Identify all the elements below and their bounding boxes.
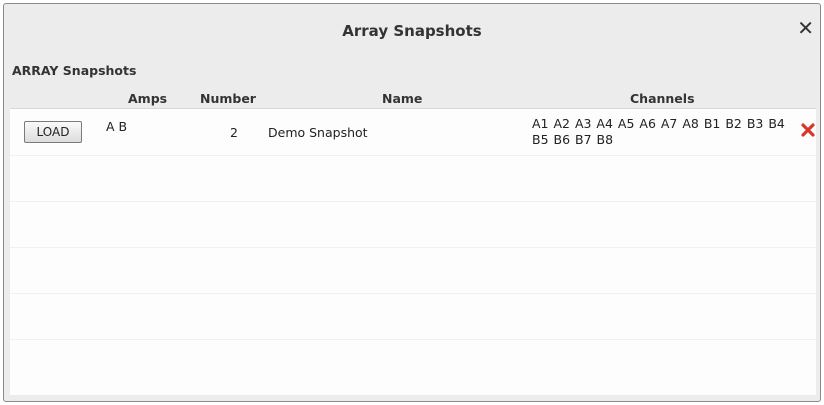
channels-cell: A1 A2 A3 A4 A5 A6 A7 A8 B1 B2 B3 B4 B5 B… (532, 116, 785, 147)
column-header-number[interactable]: Number (200, 91, 256, 106)
snapshots-table: Amps Number Name Channels LOAD A B 2 Dem… (10, 89, 816, 395)
column-header-name[interactable]: Name (382, 91, 422, 106)
column-header-amps[interactable]: Amps (128, 91, 167, 106)
delete-x-icon[interactable] (800, 122, 816, 138)
row-divider (10, 155, 816, 156)
array-snapshots-dialog: Array Snapshots ✕ ARRAY Snapshots Amps N… (3, 3, 821, 402)
row-divider (10, 247, 816, 248)
row-divider (10, 293, 816, 294)
number-cell: 2 (230, 125, 238, 140)
close-icon[interactable]: ✕ (797, 18, 814, 38)
section-label: ARRAY Snapshots (12, 63, 137, 78)
table-body: LOAD A B 2 Demo Snapshot A1 A2 A3 A4 A5 … (10, 108, 816, 395)
title-bar: Array Snapshots ✕ (4, 4, 820, 60)
table-row[interactable]: LOAD A B 2 Demo Snapshot A1 A2 A3 A4 A5 … (10, 109, 816, 155)
table-header: Amps Number Name Channels (10, 89, 816, 107)
row-divider (10, 339, 816, 340)
row-divider (10, 201, 816, 202)
amps-cell: A B (106, 119, 128, 134)
dialog-title: Array Snapshots (342, 22, 482, 40)
column-header-channels[interactable]: Channels (630, 91, 695, 106)
name-cell: Demo Snapshot (268, 125, 368, 140)
load-button[interactable]: LOAD (24, 121, 82, 143)
